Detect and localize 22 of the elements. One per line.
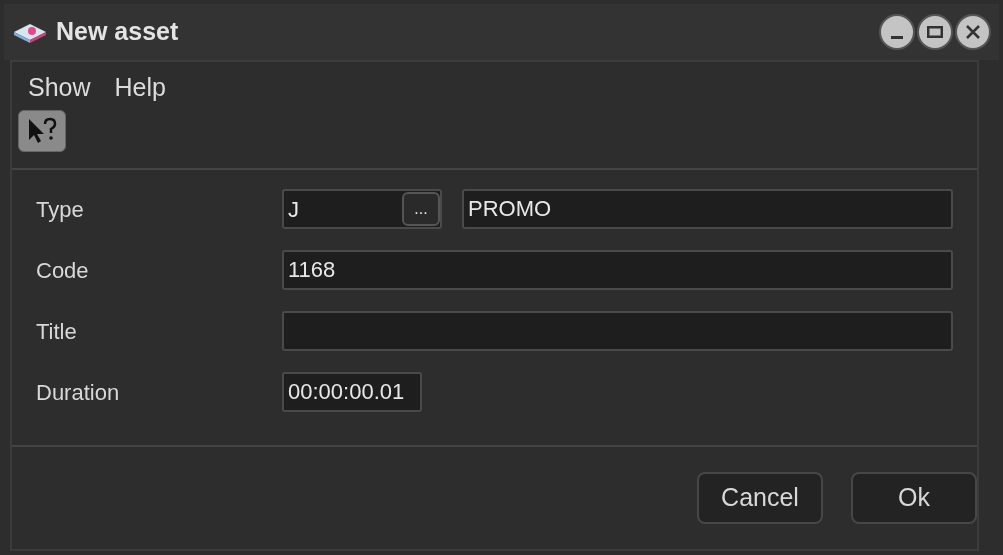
maximize-icon	[927, 26, 943, 38]
duration-field[interactable]: 00:00:00.01	[282, 372, 422, 412]
close-icon	[966, 25, 980, 39]
text-field[interactable]	[282, 311, 953, 351]
menu-item[interactable]: Show	[28, 69, 91, 107]
text-field[interactable]: 1168	[282, 250, 953, 290]
dialog-button[interactable]: Ok	[851, 472, 977, 524]
type-description-field[interactable]: PROMO	[462, 189, 953, 229]
type-code-field[interactable]: J ...	[282, 189, 442, 229]
browse-button[interactable]: ...	[402, 192, 440, 226]
menu-item[interactable]: Help	[114, 69, 166, 107]
minimize-icon	[891, 35, 903, 39]
maximize-button[interactable]	[917, 14, 953, 50]
field-label: Title	[36, 317, 78, 346]
help-pointer-button[interactable]	[18, 110, 66, 152]
field-label: Duration	[36, 378, 121, 407]
window-title: New asset	[56, 16, 179, 48]
dialog-button[interactable]: Cancel	[697, 472, 823, 524]
minimize-button[interactable]	[879, 14, 915, 50]
field-label: Type	[36, 195, 85, 224]
field-label: Code	[36, 256, 90, 285]
close-button[interactable]	[955, 14, 991, 50]
